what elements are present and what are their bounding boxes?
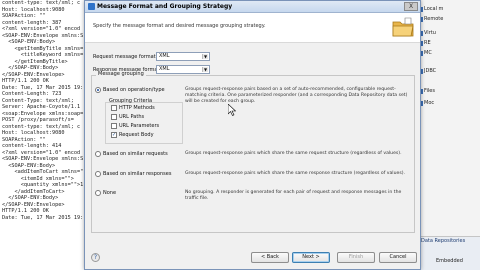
next-button[interactable]: Next >	[292, 252, 330, 263]
editor-line: <SOAP-ENV:Envelope xmlns:S	[2, 156, 84, 162]
radio-similar-responses[interactable]	[95, 171, 101, 177]
chevron-down-icon: ▼	[202, 54, 208, 59]
response-format-select[interactable]: XML ▼	[156, 65, 210, 74]
repository-tree-item[interactable]: MC	[424, 50, 432, 56]
finish-button[interactable]: Finish	[337, 252, 375, 263]
editor-line: POST /proxy/parasoft/s=	[2, 117, 74, 123]
checkbox-url-paths[interactable]	[111, 114, 117, 120]
editor-line: <addItemToCart xmlns="	[2, 169, 84, 175]
dialog-titlebar[interactable]: Message Format and Grouping Strategy X	[85, 1, 420, 13]
label-url-paths[interactable]: URL Paths	[119, 114, 144, 120]
editor-line: Server: Apache-Coyote/1.1	[2, 104, 81, 110]
response-format-value: XML	[159, 66, 170, 72]
request-format-select[interactable]: XML ▼	[156, 52, 210, 61]
repository-tree-item[interactable]: RE	[424, 40, 431, 46]
embedded-repository-item[interactable]: Embedded	[436, 258, 463, 264]
option-desc-similar-responses: Groups request-response pairs which shar…	[185, 171, 405, 176]
repository-tree-item[interactable]: Virtu	[424, 30, 436, 36]
option-desc-similar-requests: Groups request-response pairs which shar…	[185, 151, 402, 156]
editor-line: content-type: text/xml; c	[2, 0, 81, 6]
repository-tree-item[interactable]: Files	[424, 88, 435, 94]
radio-similar-requests[interactable]	[95, 151, 101, 157]
label-url-parameters[interactable]: URL Parameters	[119, 123, 159, 129]
repository-tree-item[interactable]: JDBC	[424, 68, 436, 74]
help-button[interactable]: ?	[91, 253, 100, 262]
dialog-app-icon	[88, 3, 95, 10]
editor-line: <titleKeyword xmlns="	[2, 52, 87, 58]
message-format-dialog: Message Format and Grouping Strategy X S…	[84, 0, 421, 270]
checkbox-request-body[interactable]: ✓	[111, 132, 117, 138]
back-button[interactable]: < Back	[251, 252, 289, 263]
repository-tree-item[interactable]: Local m	[424, 6, 443, 12]
request-format-value: XML	[159, 53, 170, 59]
editor-line: Date: Tue, 17 Mar 2015 19:	[2, 214, 84, 221]
option-label-operation-type[interactable]: Based on operation/type	[103, 87, 165, 93]
folder-banner-icon	[392, 17, 414, 37]
cancel-button[interactable]: Cancel	[379, 252, 417, 263]
tab-data-repositories[interactable]: Data Repositories	[421, 238, 465, 244]
message-grouping-title: Message grouping	[96, 71, 146, 77]
repository-tree-item[interactable]: Moc	[424, 100, 434, 106]
dialog-title: Message Format and Grouping Strategy	[97, 3, 233, 10]
dialog-description: Specify the message format and desired m…	[93, 23, 266, 29]
option-desc-operation-type: Groups request-response pairs based on a…	[185, 87, 408, 104]
checkbox-http-methods[interactable]	[111, 105, 117, 111]
radio-none[interactable]	[95, 190, 101, 196]
request-format-label: Request message format:	[93, 54, 158, 60]
option-label-similar-requests[interactable]: Based on similar requests	[103, 151, 168, 157]
repository-tree-item[interactable]: Remote	[424, 16, 443, 22]
editor-line: <?xml version="1.0" encod	[2, 26, 81, 32]
dialog-header: Specify the message format and desired m…	[85, 13, 420, 43]
mouse-pointer-icon	[228, 104, 236, 116]
checkbox-url-parameters[interactable]	[111, 123, 117, 129]
xml-editor-pane[interactable]: content-type: text/xml; c Host: localhost…	[0, 0, 92, 270]
radio-operation-type[interactable]	[95, 87, 101, 93]
option-desc-none: No grouping. A responder is generated fo…	[185, 190, 402, 201]
dialog-button-bar: ? < Back Next > Finish Cancel	[85, 247, 420, 269]
option-label-similar-responses[interactable]: Based on similar responses	[103, 171, 171, 177]
editor-text: content-type: text/xml; c Host: localhost…	[2, 0, 86, 221]
label-http-methods[interactable]: HTTP Methods	[119, 105, 155, 111]
close-button[interactable]: X	[404, 2, 418, 11]
label-request-body[interactable]: Request Body	[119, 132, 154, 138]
option-label-none[interactable]: None	[103, 190, 116, 196]
chevron-down-icon: ▼	[202, 67, 208, 72]
grouping-criteria-title: Grouping Criteria	[109, 98, 153, 104]
editor-line: <quantity xmlns="">1	[2, 182, 84, 188]
